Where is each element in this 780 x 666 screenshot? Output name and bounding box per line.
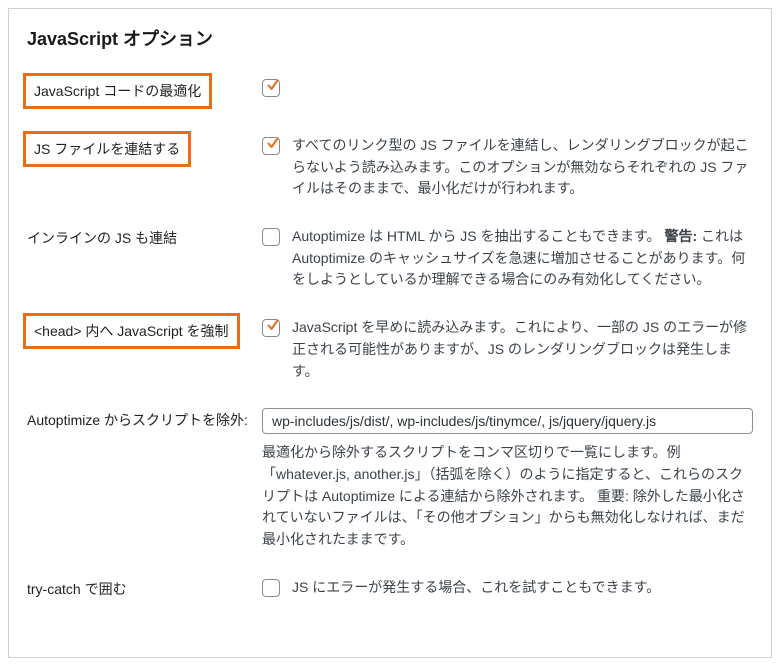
label-forcehead-js: <head> 内へ JavaScript を強制 <box>23 313 240 349</box>
label-aggregate-js: JS ファイルを連結する <box>23 131 191 167</box>
row-trycatch-js: try-catch で囲む JS にエラーが発生する場合、これを試すこともできま… <box>27 577 753 599</box>
checkbox-forcehead-js[interactable] <box>262 319 280 337</box>
label-col: JavaScript コードの最適化 <box>27 77 262 109</box>
value-col: Autoptimize は HTML から JS を抽出することもできます。 警… <box>262 226 753 291</box>
value-col: すべてのリンク型の JS ファイルを連結し、レンダリングブロックが起こらないよう… <box>262 135 753 200</box>
value-col: 最適化から除外するスクリプトをコンマ区切りで一覧にします。例「whatever.… <box>262 408 753 550</box>
desc-aggregate-js: すべてのリンク型の JS ファイルを連結し、レンダリングブロックが起こらないよう… <box>292 135 753 200</box>
label-col: Autoptimize からスクリプトを除外: <box>27 408 262 430</box>
value-col: JavaScript を早めに読み込みます。これにより、一部の JS のエラーが… <box>262 317 753 382</box>
row-optimize-js: JavaScript コードの最適化 <box>27 77 753 109</box>
desc-inline-prefix: Autoptimize は HTML から JS を抽出することもできます。 <box>292 228 661 244</box>
label-exclude-js: Autoptimize からスクリプトを除外: <box>27 410 248 430</box>
checkbox-optimize-js[interactable] <box>262 79 280 97</box>
checkbox-inline-js[interactable] <box>262 228 280 246</box>
javascript-options-panel: JavaScript オプション JavaScript コードの最適化 JS フ… <box>8 8 772 658</box>
label-col: インラインの JS も連結 <box>27 226 262 248</box>
row-forcehead-js: <head> 内へ JavaScript を強制 JavaScript を早めに… <box>27 317 753 382</box>
value-col <box>262 77 753 97</box>
desc-exclude-js: 最適化から除外するスクリプトをコンマ区切りで一覧にします。例「whatever.… <box>262 442 753 550</box>
desc-trycatch-js: JS にエラーが発生する場合、これを試すこともできます。 <box>292 577 660 599</box>
row-aggregate-js: JS ファイルを連結する すべてのリンク型の JS ファイルを連結し、レンダリン… <box>27 135 753 200</box>
label-inline-js: インラインの JS も連結 <box>27 228 177 248</box>
checkbox-aggregate-js[interactable] <box>262 137 280 155</box>
desc-forcehead-js: JavaScript を早めに読み込みます。これにより、一部の JS のエラーが… <box>292 317 753 382</box>
panel-title: JavaScript オプション <box>27 25 753 51</box>
desc-inline-bold: 警告: <box>664 228 697 244</box>
value-stack: 最適化から除外するスクリプトをコンマ区切りで一覧にします。例「whatever.… <box>262 408 753 550</box>
input-exclude-js[interactable] <box>262 408 753 434</box>
checkbox-trycatch-js[interactable] <box>262 579 280 597</box>
row-inline-js: インラインの JS も連結 Autoptimize は HTML から JS を… <box>27 226 753 291</box>
label-col: try-catch で囲む <box>27 577 262 599</box>
value-col: JS にエラーが発生する場合、これを試すこともできます。 <box>262 577 753 599</box>
label-col: <head> 内へ JavaScript を強制 <box>27 317 262 349</box>
label-trycatch-js: try-catch で囲む <box>27 579 127 599</box>
label-optimize-js: JavaScript コードの最適化 <box>23 73 212 109</box>
row-exclude-js: Autoptimize からスクリプトを除外: 最適化から除外するスクリプトをコ… <box>27 408 753 550</box>
desc-inline-js: Autoptimize は HTML から JS を抽出することもできます。 警… <box>292 226 753 291</box>
label-col: JS ファイルを連結する <box>27 135 262 167</box>
